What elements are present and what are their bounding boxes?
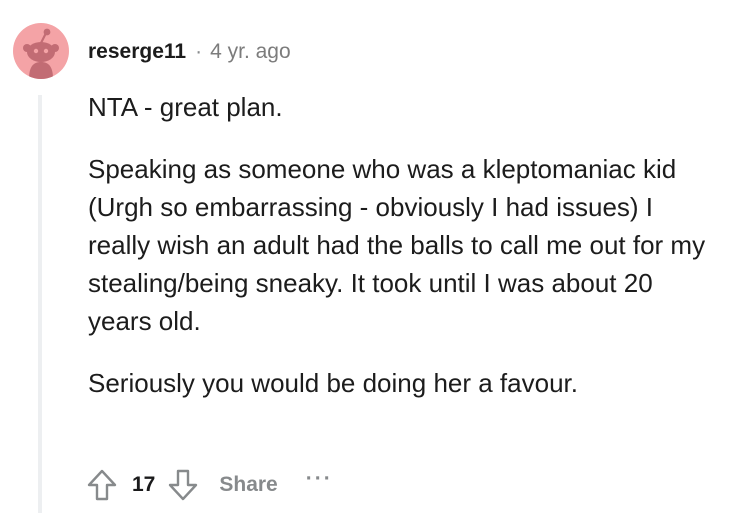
more-options-button[interactable]: ···	[306, 467, 333, 491]
avatar[interactable]	[13, 23, 69, 79]
author-username[interactable]: reserge11	[88, 40, 186, 64]
meta-separator: ·	[195, 40, 203, 63]
snoo-avatar-icon	[23, 28, 59, 79]
arrow-down-icon	[169, 469, 198, 501]
comment-age[interactable]: 4 yr. ago	[210, 40, 291, 64]
share-button[interactable]: Share	[219, 473, 277, 497]
vote-score: 17	[132, 473, 156, 496]
comment-paragraph: NTA - great plan.	[88, 92, 283, 122]
comment-actions: 17 Share ···	[82, 462, 333, 508]
comment-paragraph: Seriously you would be doing her a favou…	[88, 368, 578, 398]
comment-body: NTA - great plan. Speaking as someone wh…	[88, 88, 718, 426]
comment-meta: reserge11 · 4 yr. ago	[88, 38, 291, 66]
downvote-button[interactable]	[163, 465, 203, 505]
comment-paragraph: Speaking as someone who was a kleptomani…	[88, 154, 706, 336]
arrow-up-icon	[87, 469, 117, 501]
upvote-button[interactable]	[82, 465, 122, 505]
thread-line[interactable]	[38, 95, 42, 513]
